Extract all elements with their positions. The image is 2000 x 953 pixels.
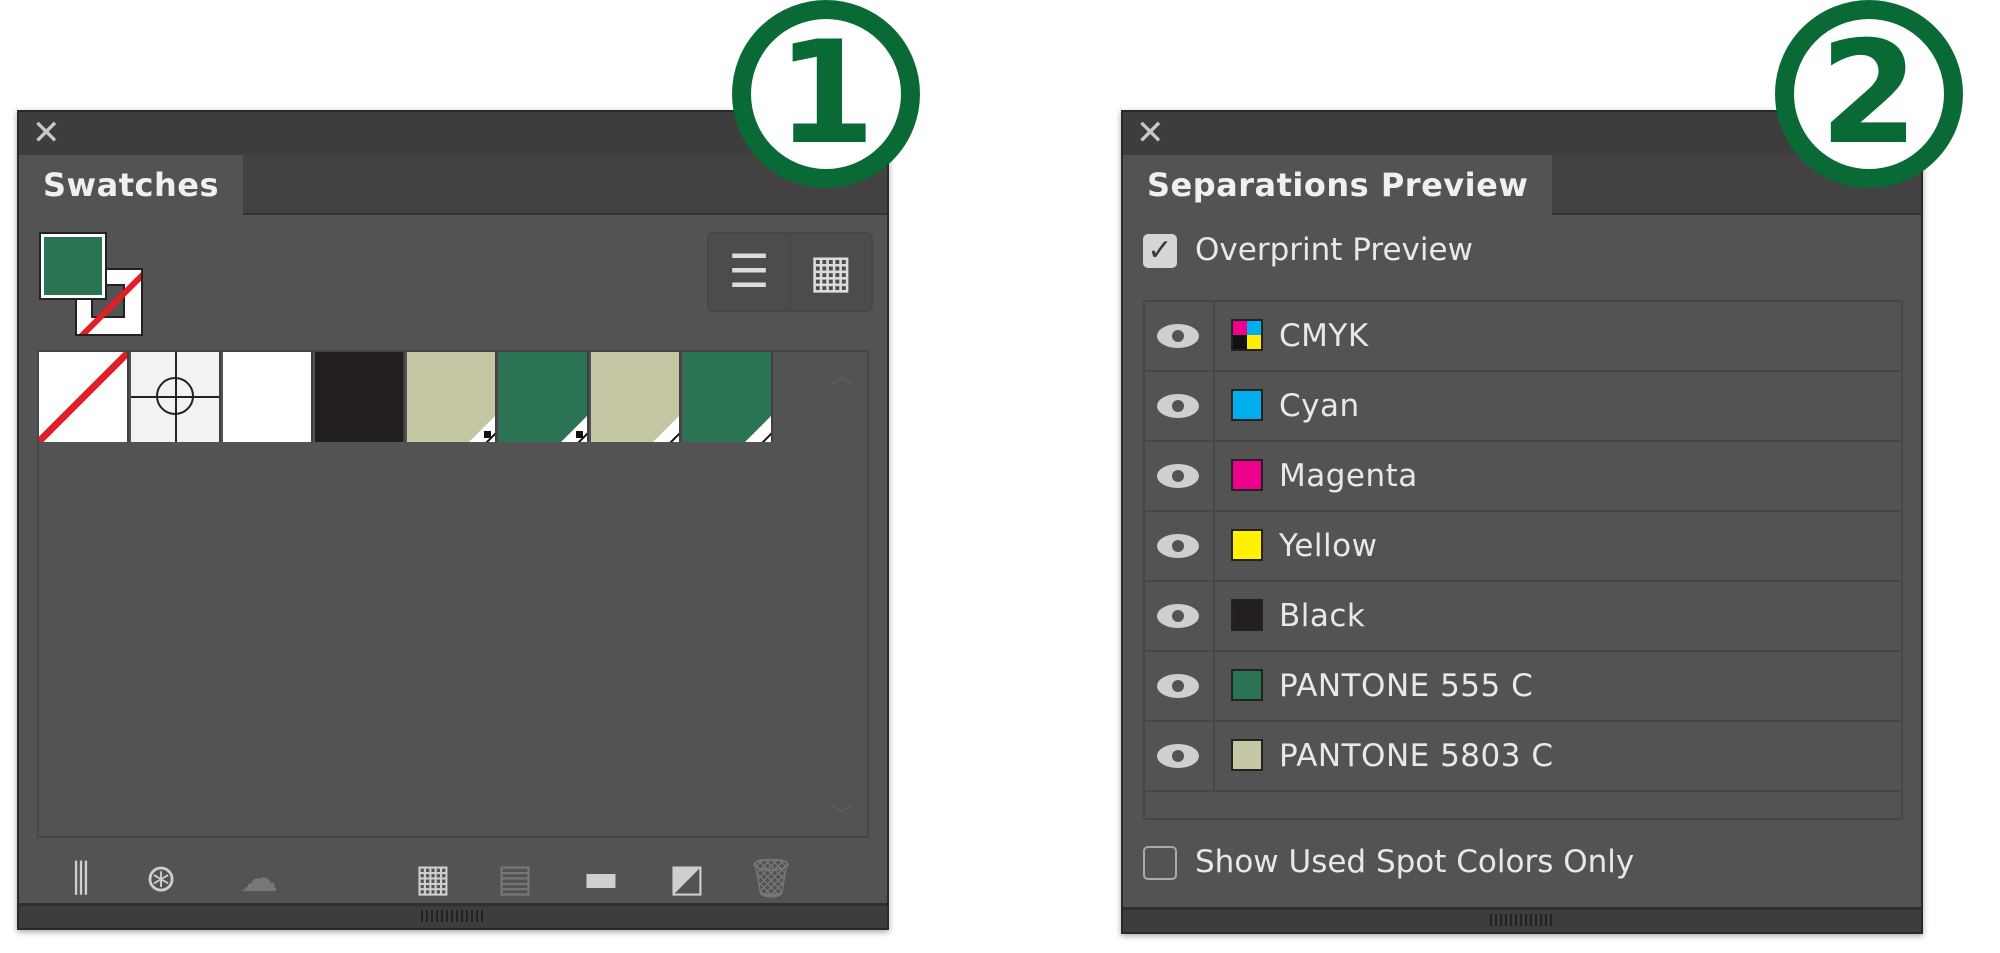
fill-swatch[interactable] <box>39 232 107 300</box>
swatch-pantone-5803-c[interactable] <box>591 352 681 442</box>
eye-icon <box>1157 324 1199 348</box>
color-chip <box>1231 459 1263 491</box>
tab-strip: Swatches <box>19 155 887 215</box>
color-chip <box>1231 599 1263 631</box>
eye-icon <box>1157 394 1199 418</box>
spot-colors-only-checkbox[interactable] <box>1143 846 1177 880</box>
separation-label: CMYK <box>1279 318 1369 354</box>
swatch-pantone-555-c[interactable] <box>683 352 773 442</box>
separations-panel: ✕ Separations Preview ✓ Overprint Previe… <box>1121 110 1923 934</box>
swatch-none[interactable] <box>39 352 129 442</box>
overprint-preview-checkbox[interactable]: ✓ <box>1143 234 1177 268</box>
tab-strip: Separations Preview <box>1123 155 1921 215</box>
color-chip <box>1231 669 1263 701</box>
tab-separations-preview[interactable]: Separations Preview <box>1123 155 1553 215</box>
separation-row[interactable]: Magenta <box>1145 442 1901 512</box>
eye-icon <box>1157 534 1199 558</box>
swatches-panel: ✕ Swatches ☰ ▦ ︿ ﹀ ⫼ ⊛ ☁ ▦ ▤ ▬ ◩ 🗑 <box>17 110 889 930</box>
separation-row[interactable]: Cyan <box>1145 372 1901 442</box>
color-chip <box>1231 529 1263 561</box>
visibility-toggle[interactable] <box>1145 722 1215 790</box>
color-chip <box>1231 389 1263 421</box>
eye-icon <box>1157 604 1199 628</box>
eye-icon <box>1157 464 1199 488</box>
separation-row[interactable]: CMYK <box>1145 302 1901 372</box>
swatch-kind-icon[interactable]: ▦ <box>403 850 463 906</box>
swatch-white[interactable] <box>223 352 313 442</box>
separations-list: CMYK Cyan Magenta Yellow Black PANTONE 555 C P… <box>1143 300 1903 820</box>
visibility-toggle[interactable] <box>1145 652 1215 720</box>
share-icon[interactable]: ⊛ <box>131 850 191 906</box>
step-badge-2: 2 <box>1775 0 1963 188</box>
scroll-up-icon[interactable]: ︿ <box>831 358 853 390</box>
eye-icon <box>1157 674 1199 698</box>
visibility-toggle[interactable] <box>1145 512 1215 580</box>
tab-swatches[interactable]: Swatches <box>19 155 243 215</box>
swatch-pantone-555-c[interactable] <box>499 352 589 442</box>
spot-colors-only-label: Show Used Spot Colors Only <box>1195 844 1635 880</box>
visibility-toggle[interactable] <box>1145 372 1215 440</box>
separation-label: Yellow <box>1279 528 1378 564</box>
overprint-preview-label: Overprint Preview <box>1195 232 1473 268</box>
swatch-grid: ︿ ﹀ <box>37 350 869 838</box>
new-group-icon[interactable]: ▬ <box>571 850 631 906</box>
color-chip <box>1231 319 1263 351</box>
swatch-black[interactable] <box>315 352 405 442</box>
cloud-sync-icon[interactable]: ☁ <box>219 850 299 906</box>
resize-handle[interactable] <box>1123 907 1921 932</box>
separation-label: Magenta <box>1279 458 1418 494</box>
close-icon[interactable]: ✕ <box>32 108 61 158</box>
separation-row[interactable]: PANTONE 555 C <box>1145 652 1901 722</box>
delete-icon[interactable]: 🗑 <box>741 850 801 906</box>
visibility-toggle[interactable] <box>1145 442 1215 510</box>
scroll-down-icon[interactable]: ﹀ <box>831 798 853 830</box>
separation-label: PANTONE 555 C <box>1279 668 1534 704</box>
new-swatch-icon[interactable]: ◩ <box>657 850 717 906</box>
separation-row[interactable]: PANTONE 5803 C <box>1145 722 1901 792</box>
fill-stroke-indicator[interactable] <box>39 232 149 342</box>
view-toggle: ☰ ▦ <box>707 232 873 312</box>
close-icon[interactable]: ✕ <box>1136 108 1165 158</box>
swatch-pantone-5803-c[interactable] <box>407 352 497 442</box>
eye-icon <box>1157 744 1199 768</box>
separation-label: Cyan <box>1279 388 1360 424</box>
separation-label: Black <box>1279 598 1366 634</box>
separation-row[interactable]: Yellow <box>1145 512 1901 582</box>
libraries-menu-icon[interactable]: ⫼ <box>51 850 111 906</box>
step-badge-1: 1 <box>732 0 920 188</box>
swatch-registration[interactable] <box>131 352 221 442</box>
swatches-toolbar: ⫼ ⊛ ☁ ▦ ▤ ▬ ◩ 🗑 <box>19 842 887 912</box>
color-chip <box>1231 739 1263 771</box>
separation-label: PANTONE 5803 C <box>1279 738 1554 774</box>
visibility-toggle[interactable] <box>1145 582 1215 650</box>
swatch-options-icon[interactable]: ▤ <box>485 850 545 906</box>
visibility-toggle[interactable] <box>1145 302 1215 370</box>
grid-view-icon[interactable]: ▦ <box>791 234 871 310</box>
separation-row[interactable]: Black <box>1145 582 1901 652</box>
resize-handle[interactable] <box>19 903 887 928</box>
list-view-icon[interactable]: ☰ <box>709 234 791 310</box>
